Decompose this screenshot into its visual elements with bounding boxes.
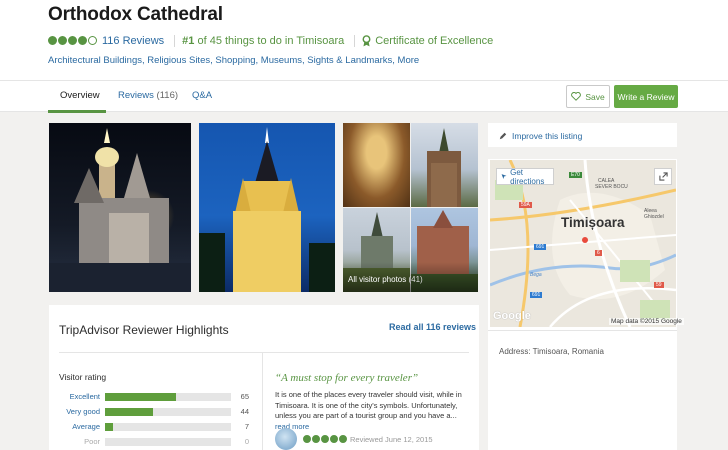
address-text: Address: Timisoara, Romania bbox=[499, 347, 604, 356]
tab-reviews-label: Reviews bbox=[118, 90, 154, 101]
rating-label: Poor bbox=[84, 437, 100, 446]
rating-label: Excellent bbox=[69, 392, 100, 401]
all-photos-label: All visitor photos bbox=[348, 275, 407, 284]
rating-bubble-icon bbox=[321, 435, 329, 443]
photo-cathedral-day-1[interactable] bbox=[411, 123, 478, 207]
save-label: Save bbox=[585, 91, 605, 102]
divider bbox=[354, 34, 356, 47]
rating-label: Average bbox=[72, 422, 100, 431]
rating-bar-track bbox=[105, 423, 231, 431]
rating-bar-track bbox=[105, 438, 231, 446]
rating-bar-track bbox=[105, 408, 231, 416]
rating-bubble-icon bbox=[330, 435, 338, 443]
cathedral-day-image bbox=[427, 128, 461, 207]
tab-reviews-count: (116) bbox=[156, 90, 179, 101]
reviewed-date: Reviewed June 12, 2015 bbox=[350, 434, 433, 444]
rating-count: 65 bbox=[240, 392, 249, 401]
rating-bar-fill bbox=[105, 423, 113, 431]
tab-overview[interactable]: Overview bbox=[60, 90, 100, 101]
heart-icon bbox=[571, 92, 582, 101]
tab-qa[interactable]: Q&A bbox=[192, 90, 212, 101]
read-all-reviews-link[interactable]: Read all 116 reviews bbox=[389, 322, 476, 332]
divider bbox=[262, 353, 263, 450]
divider bbox=[174, 34, 176, 47]
rating-count: 44 bbox=[240, 407, 249, 416]
popularity-rank[interactable]: #1 of 45 things to do in Timisoara bbox=[182, 35, 344, 47]
rating-bubble-icon bbox=[78, 36, 87, 45]
map-road-sign: E70 bbox=[569, 172, 582, 178]
highlights-title: TripAdvisor Reviewer Highlights bbox=[59, 323, 229, 337]
review-snippet: It is one of the places every traveler s… bbox=[275, 390, 465, 432]
rank-text: of 45 things to do in Timisoara bbox=[194, 34, 345, 47]
photo-interior[interactable] bbox=[343, 123, 410, 207]
cathedral-lit-image bbox=[199, 127, 335, 292]
cathedral-night-image bbox=[49, 128, 191, 292]
divider bbox=[488, 147, 677, 159]
rating-bubble-icon bbox=[303, 435, 311, 443]
expand-map-button[interactable] bbox=[654, 168, 672, 185]
google-logo: Google bbox=[493, 310, 531, 322]
rating-bubbles[interactable] bbox=[48, 36, 97, 45]
reviewer-info: Reviewed June 12, 2015 bbox=[275, 428, 433, 450]
pencil-icon bbox=[499, 132, 507, 140]
rating-bubble-icon bbox=[48, 36, 57, 45]
rating-count: 7 bbox=[244, 422, 249, 431]
tab-bar: Overview Reviews (116) Q&A Save Write a … bbox=[0, 80, 728, 113]
rating-bubble-icon bbox=[68, 36, 77, 45]
map-city-label: Timișoara bbox=[561, 215, 625, 230]
rating-bar-fill bbox=[105, 408, 153, 416]
rating-count: 0 bbox=[244, 437, 249, 446]
map-road-sign: 59A bbox=[519, 202, 532, 208]
rating-label: Very good bbox=[66, 407, 100, 416]
rating-bubble-icon bbox=[58, 36, 67, 45]
rating-bubble-icon bbox=[312, 435, 320, 443]
category-links[interactable]: Architectural Buildings, Religious Sites… bbox=[48, 55, 419, 66]
map-road-sign: 6 bbox=[595, 250, 602, 256]
map-label: Bega bbox=[530, 272, 542, 278]
get-directions-label: Get directions bbox=[510, 167, 545, 186]
review-snippet-text: It is one of the places every traveler s… bbox=[275, 390, 462, 420]
divider bbox=[488, 330, 677, 331]
map-label: SEVER BOCU bbox=[595, 184, 628, 190]
improve-listing-link[interactable]: Improve this listing bbox=[499, 131, 582, 141]
rating-bar-track bbox=[105, 393, 231, 401]
rating-bubble-empty-icon bbox=[88, 36, 97, 45]
map-road-sign: 691 bbox=[530, 292, 543, 298]
avatar[interactable] bbox=[275, 428, 297, 450]
rating-bar-fill bbox=[105, 393, 176, 401]
attraction-meta: 116 Reviews #1 of 45 things to do in Tim… bbox=[48, 33, 493, 48]
all-photos-count: (41) bbox=[408, 275, 423, 284]
reviews-count-link[interactable]: 116 Reviews bbox=[102, 35, 164, 47]
certificate-icon bbox=[362, 34, 371, 46]
map-road-sign: 691 bbox=[534, 244, 547, 250]
improve-listing-label: Improve this listing bbox=[512, 131, 583, 141]
expand-icon bbox=[658, 172, 668, 181]
rating-bubble-icon bbox=[339, 435, 347, 443]
certificate-of-excellence[interactable]: Certificate of Excellence bbox=[375, 35, 493, 47]
photo-cathedral-night-2[interactable] bbox=[199, 123, 335, 292]
rank-number: #1 bbox=[182, 34, 195, 47]
directions-arrow-icon bbox=[501, 174, 507, 179]
tab-reviews[interactable]: Reviews (116) bbox=[118, 90, 178, 101]
map-data-credit[interactable]: Map data ©2015 Google bbox=[609, 318, 684, 325]
write-review-button[interactable]: Write a Review bbox=[614, 85, 678, 108]
save-button[interactable]: Save bbox=[566, 85, 610, 108]
review-quote-title[interactable]: “A must stop for every traveler” bbox=[275, 372, 418, 384]
map-label: Aleea Ghiozdel bbox=[644, 208, 664, 220]
map-road-sign: 59 bbox=[654, 282, 664, 288]
photo-cathedral-night-1[interactable] bbox=[49, 123, 191, 292]
get-directions-button[interactable]: Get directions bbox=[496, 167, 554, 186]
visitor-rating-title: Visitor rating bbox=[59, 372, 107, 382]
page-title: Orthodox Cathedral bbox=[48, 4, 223, 25]
divider bbox=[59, 352, 469, 353]
active-tab-indicator bbox=[48, 110, 106, 113]
all-visitor-photos-link[interactable]: All visitor photos (41) bbox=[348, 275, 423, 284]
